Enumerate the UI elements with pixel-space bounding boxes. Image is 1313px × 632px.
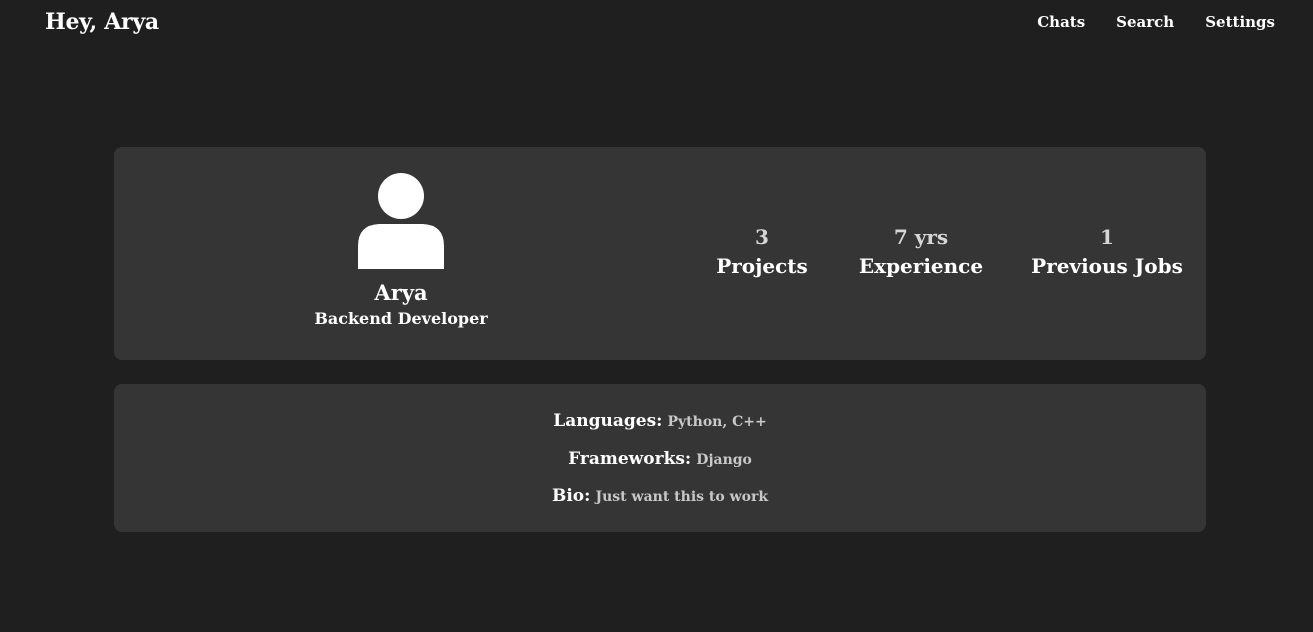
stat-previous-jobs: 1 Previous Jobs: [1017, 223, 1197, 281]
stat-experience-value: 7 yrs: [893, 225, 949, 249]
user-icon: [358, 173, 444, 269]
stat-projects: 3 Projects: [672, 223, 852, 281]
profile-identity: Arya Backend Developer: [301, 173, 501, 330]
greeting-title: Hey, Arya: [45, 9, 159, 35]
profile-role: Backend Developer: [314, 309, 488, 328]
profile-card: Arya Backend Developer 3 Projects 7 yrs …: [114, 147, 1206, 360]
stat-previous-jobs-label: Previous Jobs: [1031, 254, 1183, 278]
languages-label: Languages:: [553, 411, 663, 431]
nav-chats-link[interactable]: Chats: [1037, 12, 1085, 32]
stat-previous-jobs-value: 1: [1100, 225, 1114, 249]
stat-experience: 7 yrs Experience: [831, 223, 1011, 281]
frameworks-value: Django: [696, 452, 752, 468]
nav-search-link[interactable]: Search: [1116, 12, 1174, 32]
bio-label: Bio:: [551, 486, 591, 506]
nav-settings-link[interactable]: Settings: [1205, 12, 1275, 32]
frameworks-row: Frameworks: Django: [114, 447, 1206, 472]
stat-projects-value: 3: [755, 225, 769, 249]
stat-experience-label: Experience: [858, 254, 984, 278]
bio-row: Bio: Just want this to work: [114, 484, 1206, 509]
details-card: Languages: Python, C++ Frameworks: Djang…: [114, 384, 1206, 532]
frameworks-label: Frameworks:: [568, 449, 692, 469]
stat-projects-label: Projects: [716, 254, 808, 278]
languages-row: Languages: Python, C++: [114, 409, 1206, 434]
main-nav: Chats Search Settings: [1006, 12, 1275, 32]
profile-name: Arya: [374, 280, 428, 305]
languages-value: Python, C++: [667, 414, 767, 430]
bio-value: Just want this to work: [595, 489, 769, 505]
top-bar: Hey, Arya Chats Search Settings: [0, 0, 1313, 44]
